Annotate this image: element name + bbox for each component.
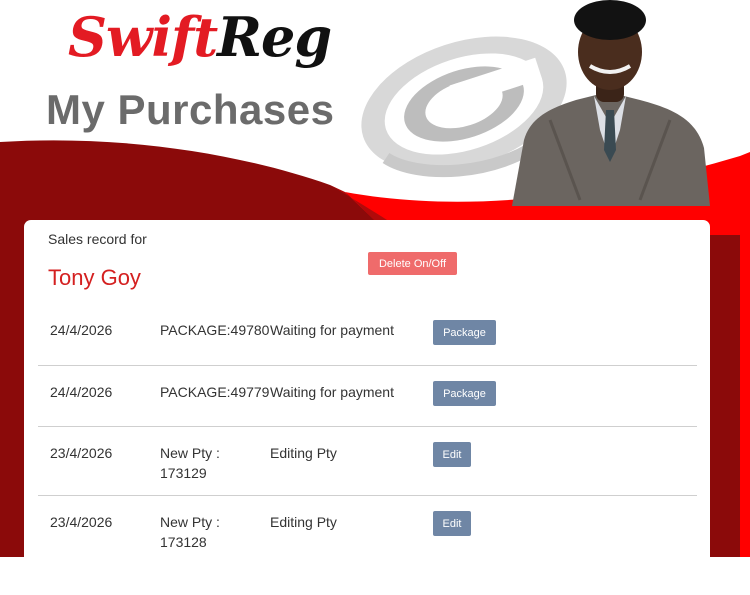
package-button[interactable]: Package bbox=[433, 320, 496, 345]
logo-part-reg: Reg bbox=[217, 5, 332, 69]
purchase-status: Editing Pty bbox=[270, 445, 337, 461]
purchase-status: Waiting for payment bbox=[270, 384, 394, 400]
purchase-status: Editing Pty bbox=[270, 514, 337, 530]
edit-button[interactable]: Edit bbox=[433, 511, 471, 536]
purchase-reference-number: 173129 bbox=[160, 465, 207, 481]
purchase-row: 23/4/2026 New Pty : 173129 Editing Pty E… bbox=[38, 427, 697, 496]
edit-button[interactable]: Edit bbox=[433, 442, 471, 467]
purchase-reference: New Pty : bbox=[160, 445, 220, 461]
purchase-reference-number: 173128 bbox=[160, 534, 207, 550]
swiftreg-logo[interactable]: SwiftReg bbox=[68, 2, 332, 72]
purchase-date: 23/4/2026 bbox=[50, 445, 113, 461]
purchase-reference: PACKAGE:49779 bbox=[160, 384, 270, 400]
purchase-row: 24/4/2026 PACKAGE:49779 Waiting for paym… bbox=[38, 366, 697, 427]
sales-record-label: Sales record for bbox=[48, 231, 147, 247]
package-button[interactable]: Package bbox=[433, 381, 496, 406]
purchase-records-list: 24/4/2026 PACKAGE:49780 Waiting for paym… bbox=[38, 300, 697, 557]
purchase-date: 23/4/2026 bbox=[50, 514, 113, 530]
logo-part-swift: Swift bbox=[68, 5, 218, 69]
purchase-row: 23/4/2026 New Pty : 173128 Editing Pty E… bbox=[38, 496, 697, 557]
purchase-reference: New Pty : bbox=[160, 514, 220, 530]
purchase-date: 24/4/2026 bbox=[50, 322, 113, 338]
sales-record-card: Sales record for Tony Goy Delete On/Off … bbox=[24, 220, 710, 557]
page-header: SwiftReg My Purchases Sales record for T… bbox=[0, 0, 750, 557]
purchase-row: 24/4/2026 PACKAGE:49780 Waiting for paym… bbox=[38, 300, 697, 366]
delete-toggle-button[interactable]: Delete On/Off bbox=[368, 252, 457, 275]
purchase-status: Waiting for payment bbox=[270, 322, 394, 338]
page-title: My Purchases bbox=[46, 86, 335, 133]
purchase-date: 24/4/2026 bbox=[50, 384, 113, 400]
purchase-reference: PACKAGE:49780 bbox=[160, 322, 270, 338]
customer-name: Tony Goy bbox=[48, 265, 141, 290]
person-photo bbox=[512, 0, 710, 206]
